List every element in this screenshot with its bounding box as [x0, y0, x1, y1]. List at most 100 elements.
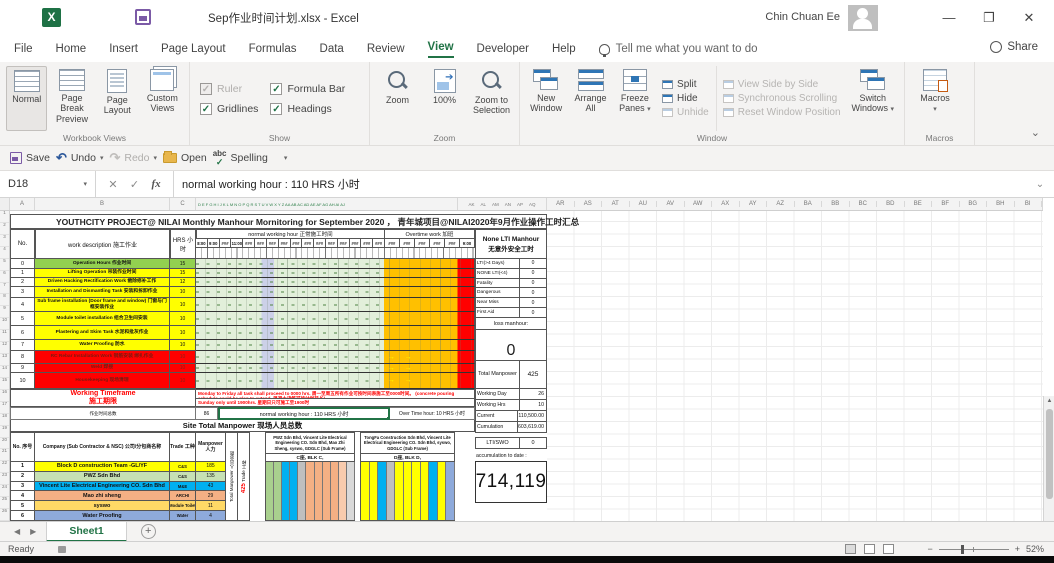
undo-dropdown-icon[interactable]: ▾ — [100, 154, 104, 162]
zoom-slider-thumb[interactable] — [961, 545, 964, 554]
select-all-corner[interactable] — [0, 198, 10, 210]
column-header-b[interactable]: B — [35, 198, 170, 210]
current-row[interactable]: Current110,500.00 — [475, 411, 547, 422]
tab-help[interactable]: Help — [552, 43, 576, 55]
tab-insert[interactable]: Insert — [109, 43, 138, 55]
overtime-time-cells[interactable]: ###############9:00 — [385, 239, 475, 248]
scroll-up-icon[interactable]: ▲ — [1044, 396, 1054, 407]
header-normal-hours[interactable]: normal working hour 正常施工时间 — [196, 229, 385, 239]
page-break-preview-button[interactable]: Page Break Preview — [51, 66, 92, 131]
zoom-to-selection-button[interactable]: Zoom to Selection — [470, 66, 513, 131]
lti-row-4[interactable]: Dangerous0 — [475, 288, 547, 298]
company-row-6[interactable]: 6Water ProofingWater4 — [10, 511, 250, 521]
header-none-lti[interactable]: None LTI Manhour无意外安全工时 — [475, 229, 547, 259]
work-row-1[interactable]: 1Lifting Operation 吊装作业时间15 — [10, 269, 475, 278]
name-box[interactable]: D18 ▾ — [0, 171, 96, 197]
sheet-nav-right-icon[interactable]: ▶ — [30, 527, 36, 536]
accumulation-label[interactable]: accumulation to date : — [475, 451, 547, 461]
work-row-8[interactable]: 8RC Rebar Installation Work 钢筋安装 绑扎作业10→… — [10, 351, 475, 364]
zoom-percentage[interactable]: 52% — [1026, 544, 1044, 554]
vertical-scrollbar[interactable]: ▲ ▼ — [1043, 396, 1054, 521]
lti-row-1[interactable]: LTI(>4 Days)0 — [475, 259, 547, 269]
formula-bar-expand-icon[interactable]: ⌄ — [1026, 171, 1054, 197]
cell-c18[interactable]: 86 — [196, 407, 218, 420]
company-row-1[interactable]: 1Block D construction Team -GL/YFC&S185 — [10, 462, 250, 472]
save-icon[interactable] — [135, 9, 151, 25]
work-row-2[interactable]: 2Driven Hacking Rectification Work 凿除修补工… — [10, 278, 475, 287]
macros-button[interactable]: Macros▾ — [911, 66, 959, 131]
tab-home[interactable]: Home — [56, 43, 87, 55]
header-company-manpower[interactable]: Manpower 人力 — [196, 432, 226, 462]
page-break-shortcut-icon[interactable] — [883, 544, 894, 554]
freeze-panes-button[interactable]: Freeze Panes ▾ — [615, 66, 655, 131]
enter-icon[interactable]: ✓ — [130, 178, 139, 191]
tell-me-box[interactable]: Tell me what you want to do — [599, 43, 758, 55]
lti-row-2[interactable]: NONE LTI(<4)0 — [475, 269, 547, 279]
row-headers[interactable]: 1234567891011121314151617181920212223242… — [0, 211, 10, 521]
work-row-3[interactable]: 3Installation and Dismantling Task 安装和拆卸… — [10, 287, 475, 298]
cell-working-hours-label[interactable]: 作业时间总数 — [10, 407, 196, 420]
empty-cells[interactable] — [547, 211, 1043, 521]
page-layout-view-button[interactable]: Page Layout — [97, 66, 138, 131]
column-headers-mid[interactable]: AKALAMANAPAQ — [458, 198, 547, 210]
column-header-c[interactable]: C — [170, 198, 196, 210]
formula-bar-checkbox[interactable]: ✓ Formula Bar — [270, 83, 345, 95]
vertical-scroll-thumb[interactable] — [1046, 409, 1053, 499]
company-row-3[interactable]: 3Vincent Lite Electrical Engineering CO.… — [10, 482, 250, 492]
cell-overtime-hour[interactable]: Over Time hour: 10 HRS 小时 — [390, 407, 475, 420]
minimize-button[interactable]: — — [934, 8, 964, 28]
headings-checkbox[interactable]: ✓ Headings — [270, 103, 345, 115]
qat-open-button[interactable]: Open — [163, 152, 207, 164]
tab-file[interactable]: File — [14, 43, 33, 55]
hide-button[interactable]: Hide — [662, 93, 709, 104]
company-row-5[interactable]: 5syswoModule Toilet11 — [10, 501, 250, 511]
new-window-button[interactable]: New Window — [526, 66, 566, 131]
work-row-5[interactable]: 5Module toilet installation 组合卫生间安装10 — [10, 312, 475, 326]
tab-sheet1[interactable]: Sheet1 — [46, 522, 126, 542]
collapse-ribbon-icon[interactable]: ⌄ — [1031, 126, 1040, 139]
restore-button[interactable]: ❐ — [974, 8, 1004, 28]
name-box-dropdown-icon[interactable]: ▾ — [83, 180, 87, 188]
working-timeframe-cell[interactable]: Working Timeframe施工期限 — [10, 389, 196, 407]
work-row-0[interactable]: 0Operation Hours 作业时间15 — [10, 259, 475, 269]
loss-manhour-value[interactable]: 0 — [475, 330, 547, 361]
total-manpower-cell[interactable]: Total Manpower425 — [475, 361, 547, 389]
custom-views-button[interactable]: Custom Views — [142, 66, 183, 131]
zoom-100-button[interactable]: 100% — [423, 66, 466, 131]
sheet-nav-left-icon[interactable]: ◀ — [14, 527, 20, 536]
cancel-icon[interactable]: ✕ — [108, 178, 117, 191]
macro-record-icon[interactable] — [58, 546, 66, 553]
group-header-blk-c[interactable]: PWZ Sdn Bhd, Vincent Lite Electrical Eng… — [265, 432, 355, 454]
work-row-6[interactable]: 6Plastering and Skim Task 水泥和批灰作业10 — [10, 326, 475, 340]
user-avatar[interactable] — [848, 5, 878, 31]
work-row-4[interactable]: 4Sub frame installation (Door frame and … — [10, 298, 475, 312]
normal-view-shortcut-icon[interactable] — [845, 544, 856, 554]
switch-windows-button[interactable]: Switch Windows ▾ — [848, 66, 898, 131]
header-overtime[interactable]: Overtime work 加班 — [385, 229, 475, 239]
working-hrs-row[interactable]: Working Hrs10 — [475, 400, 547, 411]
qat-save-button[interactable]: Save — [10, 152, 50, 164]
zoom-slider[interactable] — [939, 549, 1009, 550]
tab-page-layout[interactable]: Page Layout — [161, 43, 226, 55]
work-row-9[interactable]: 9Weld 焊接10→ → — [10, 364, 475, 373]
lti-row-6[interactable]: First Aid0 — [475, 308, 547, 318]
insert-function-icon[interactable]: fx — [151, 178, 160, 190]
qat-customize-icon[interactable]: ▾ — [284, 154, 288, 162]
tab-formulas[interactable]: Formulas — [249, 43, 297, 55]
tab-developer[interactable]: Developer — [477, 43, 529, 55]
header-half-hour-cells[interactable] — [196, 248, 475, 259]
header-work-description[interactable]: work description 施工作业 — [35, 229, 170, 259]
lti-row-5[interactable]: Near Miss0 — [475, 298, 547, 308]
qat-undo-button[interactable]: ↶Undo▾ — [56, 150, 104, 166]
zoom-out-icon[interactable]: − — [927, 544, 932, 554]
normal-time-cells[interactable]: 8:009:00###11:00########################… — [196, 239, 385, 248]
work-row-7[interactable]: 7Water Proofing 防水10 — [10, 340, 475, 351]
tab-view[interactable]: View — [428, 41, 454, 58]
header-company-name[interactable]: Company (Sub Contractor & NSC) 公司/分包商名称 — [35, 432, 170, 462]
loss-manhour-label[interactable]: loss manhour: — [475, 318, 547, 330]
working-day-row[interactable]: Working Day26 — [475, 389, 547, 400]
timeframe-notes[interactable]: Monday to Friday all task shall proceed … — [196, 389, 475, 407]
accumulation-value[interactable]: 714,119 — [475, 461, 547, 503]
page-layout-shortcut-icon[interactable] — [864, 544, 875, 554]
column-headers[interactable]: A B C D E F G H I J K L M N O P Q R S T … — [0, 198, 1043, 211]
